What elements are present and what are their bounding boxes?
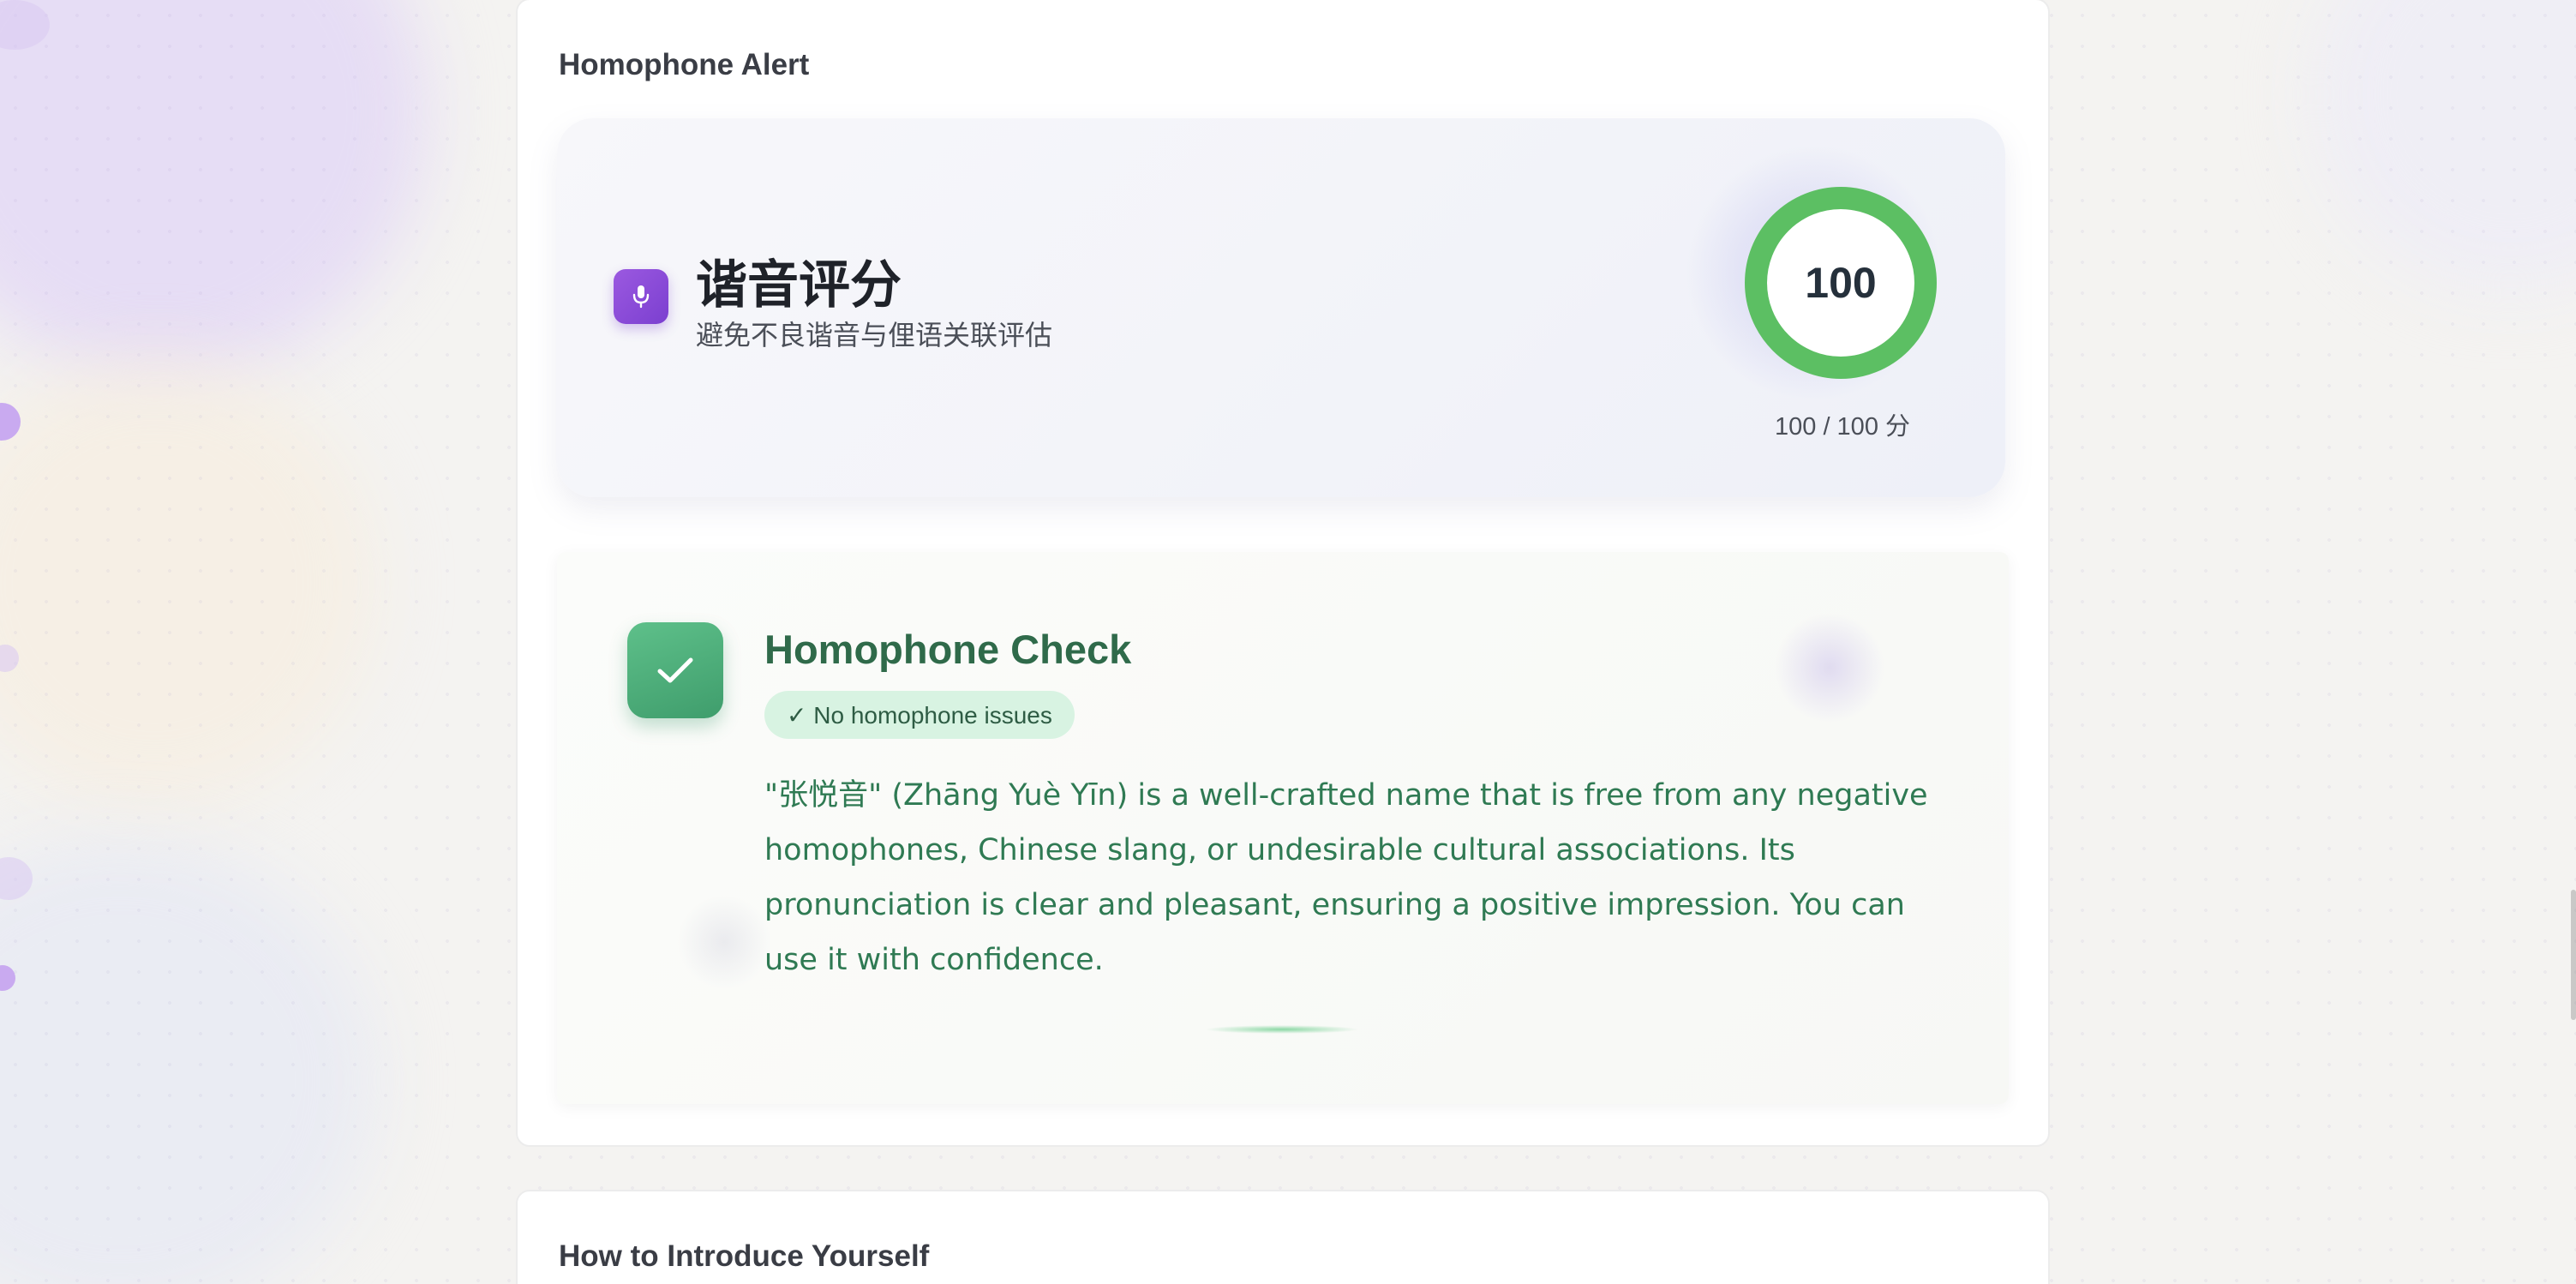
- score-subtitle: 避免不良谐音与俚语关联评估: [696, 319, 1053, 351]
- score-ring: 100: [1745, 187, 1937, 379]
- homophone-score-panel: 谐音评分 避免不良谐音与俚语关联评估 100 100 / 100 分: [557, 118, 2005, 497]
- score-value: 100: [1805, 259, 1877, 307]
- scrollbar-thumb[interactable]: [2571, 890, 2576, 1020]
- score-title: 谐音评分: [696, 255, 902, 315]
- homophone-check-description: "张悦音" (Zhāng Yuè Yīn) is a well-crafted …: [764, 778, 1928, 977]
- card-title: Homophone Alert: [559, 48, 810, 81]
- introduce-yourself-card: How to Introduce Yourself: [516, 1190, 2050, 1284]
- decorative-divider: [1205, 1025, 1359, 1034]
- card-title: How to Introduce Yourself: [559, 1239, 930, 1273]
- checkmark-icon: [627, 622, 723, 718]
- score-caption: 100 / 100 分: [1775, 413, 1910, 441]
- status-badge: ✓ No homophone issues: [764, 691, 1075, 739]
- homophone-check-panel: Homophone Check ✓ No homophone issues "张…: [557, 552, 2009, 1104]
- homophone-check-title: Homophone Check: [764, 627, 1132, 672]
- microphone-icon: [614, 269, 668, 324]
